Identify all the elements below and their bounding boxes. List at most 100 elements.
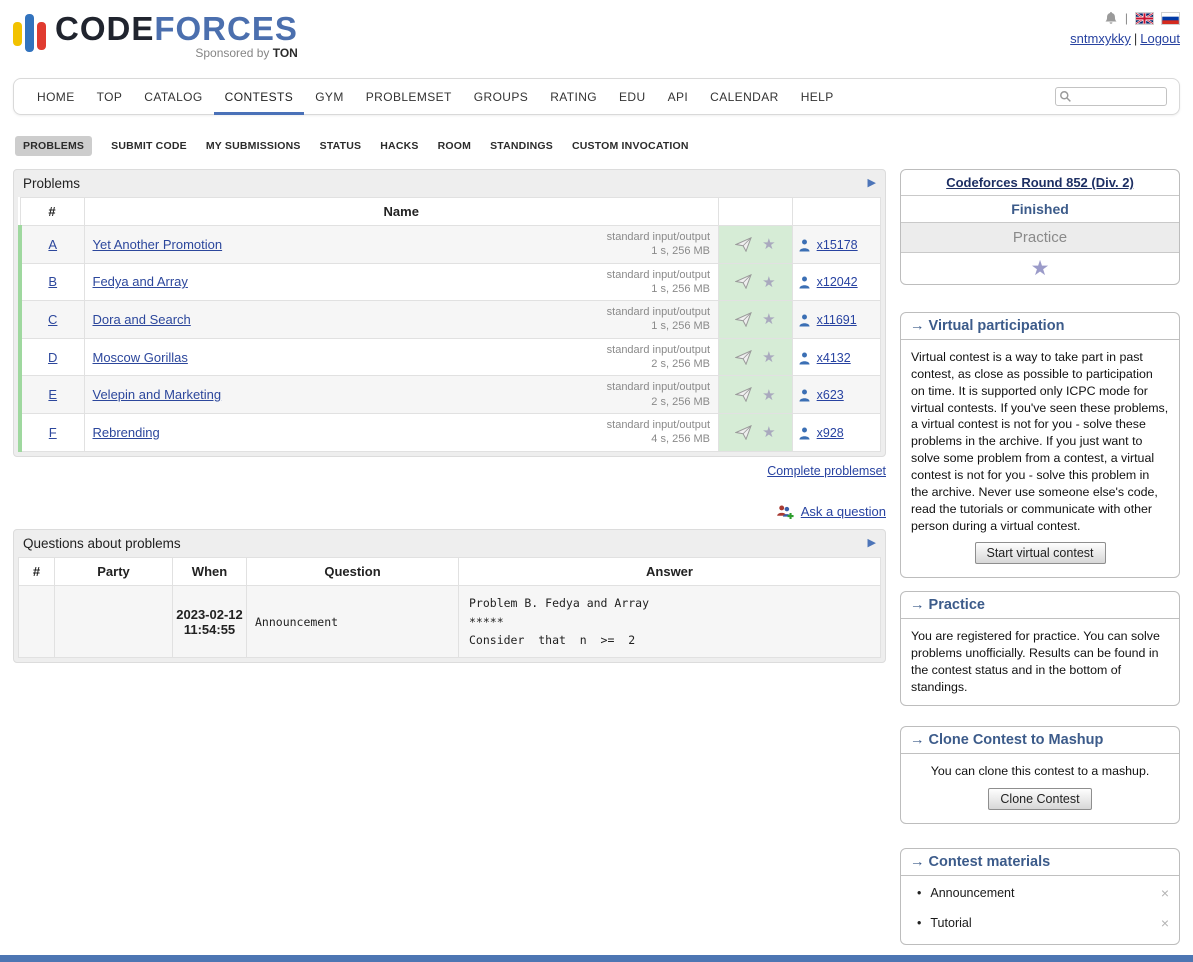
problem-name-link[interactable]: Yet Another Promotion [93,237,223,252]
submit-plane-icon[interactable] [735,387,752,402]
nav-item-contests[interactable]: CONTESTS [214,79,305,115]
submit-plane-icon[interactable] [735,350,752,365]
ask-question-people-icon [776,504,794,520]
contest-title-link[interactable]: Codeforces Round 852 (Div. 2) [946,175,1134,190]
submit-plane-icon[interactable] [735,425,752,440]
submit-plane-icon[interactable] [735,237,752,252]
problem-letter-link[interactable]: B [48,274,57,289]
favorite-star-icon[interactable]: ★ [762,311,775,328]
codeforces-logo[interactable] [13,12,55,52]
col-header-solved [793,198,881,226]
clone-contest-body: You can clone this contest to a mashup. … [901,754,1179,823]
solved-count-cell: x15178 [793,226,881,264]
material-item-tutorial: • Tutorial × [915,908,1173,938]
nav-item-api[interactable]: API [657,79,700,115]
subnav-my-submissions[interactable]: MY SUBMISSIONS [206,136,301,156]
contest-materials-list: • Announcement × • Tutorial × [901,876,1179,944]
submit-plane-icon[interactable] [735,274,752,289]
contest-status: Finished [901,196,1179,223]
contest-materials-caption: → Contest materials [901,849,1179,876]
problem-name-link[interactable]: Moscow Gorillas [93,350,188,365]
logo-area: CODEFORCES Sponsored by TON [13,8,298,60]
start-virtual-contest-button[interactable]: Start virtual contest [975,542,1106,564]
favorite-star-icon[interactable]: ★ [762,387,775,404]
problem-name-link[interactable]: Dora and Search [93,312,191,327]
material-tutorial-link[interactable]: Tutorial [930,916,1158,930]
site-header: CODEFORCES Sponsored by TON | [13,8,1180,74]
problem-letter-link[interactable]: F [49,425,57,440]
nav-item-problemset[interactable]: PROBLEMSET [355,79,463,115]
expand-arrow-icon[interactable]: ▶ [868,178,876,189]
subnav-standings[interactable]: STANDINGS [490,136,553,156]
virtual-participation-body: Virtual contest is a way to take part in… [901,340,1179,577]
username-link[interactable]: sntmxykky [1070,31,1131,46]
solved-person-icon [799,276,810,289]
problem-letter-link[interactable]: E [48,387,57,402]
flag-english-icon[interactable] [1135,12,1154,25]
solved-count-link[interactable]: x4132 [817,351,851,365]
subnav-problems[interactable]: PROBLEMS [15,136,92,156]
solved-count-link[interactable]: x11691 [817,313,857,327]
bullet-icon: • [917,916,921,930]
logo-text-block: CODEFORCES Sponsored by TON [55,12,298,60]
clone-contest-caption: → Clone Contest to Mashup [901,727,1179,754]
complete-problemset-row: Complete problemset [13,464,886,478]
problem-limits: standard input/output 2 s, 256 MB [607,380,710,409]
subnav-submit-code[interactable]: SUBMIT CODE [111,136,187,156]
nav-item-edu[interactable]: EDU [608,79,657,115]
nav-item-help[interactable]: HELP [790,79,845,115]
favorite-star-icon[interactable]: ★ [762,349,775,366]
problem-name-link[interactable]: Fedya and Array [93,274,188,289]
solved-count-cell: x12042 [793,263,881,301]
complete-problemset-link[interactable]: Complete problemset [767,464,886,478]
problem-name-cell: Rebrending standard input/output 4 s, 25… [84,413,719,451]
material-announcement-link[interactable]: Announcement [930,886,1158,900]
expand-arrow-icon[interactable]: ▶ [868,538,876,549]
problem-limits: standard input/output 1 s, 256 MB [607,268,710,297]
solved-count-link[interactable]: x12042 [817,275,858,289]
problem-letter-cell: F [20,413,84,451]
favorite-star-icon[interactable]: ★ [762,274,775,291]
language-row: | [1070,11,1180,25]
ask-question-link[interactable]: Ask a question [801,504,886,519]
codeforces-logo-text[interactable]: CODEFORCES [55,10,298,47]
subnav-custom-invocation[interactable]: CUSTOM INVOCATION [572,136,689,156]
problem-letter-link[interactable]: A [48,237,57,252]
problem-row-d: D Moscow Gorillas standard input/output … [20,338,881,376]
favorite-star-icon[interactable]: ★ [762,236,775,253]
nav-item-calendar[interactable]: CALENDAR [699,79,790,115]
favorite-star-icon[interactable]: ★ [762,424,775,441]
problem-name-link[interactable]: Rebrending [93,425,160,440]
problem-letter-link[interactable]: D [48,350,57,365]
problem-name-link[interactable]: Velepin and Marketing [93,387,222,402]
notifications-bell-icon[interactable] [1104,11,1118,25]
logout-link[interactable]: Logout [1140,31,1180,46]
solved-count-link[interactable]: x623 [817,388,844,402]
search-icon [1059,90,1072,103]
subnav-hacks[interactable]: HACKS [380,136,418,156]
subnav-status[interactable]: STATUS [320,136,362,156]
problem-row-e: E Velepin and Marketing standard input/o… [20,376,881,414]
problems-table: # Name A Yet Another Promotion standard … [18,197,881,452]
close-icon[interactable]: × [1159,915,1171,931]
submit-plane-icon[interactable] [735,312,752,327]
clone-contest-box: → Clone Contest to Mashup You can clone … [900,726,1180,824]
nav-item-gym[interactable]: GYM [304,79,355,115]
problem-letter-cell: E [20,376,84,414]
solved-count-link[interactable]: x928 [817,426,844,440]
clone-contest-button[interactable]: Clone Contest [988,788,1091,810]
solved-count-link[interactable]: x15178 [817,238,858,252]
subnav-room[interactable]: ROOM [438,136,471,156]
nav-item-groups[interactable]: GROUPS [463,79,539,115]
close-icon[interactable]: × [1159,885,1171,901]
problems-header-row: # Name [20,198,881,226]
solved-count-cell: x928 [793,413,881,451]
nav-item-rating[interactable]: RATING [539,79,608,115]
ask-question-row: Ask a question [13,504,886,521]
flag-russian-icon[interactable] [1161,12,1180,25]
problem-letter-link[interactable]: C [48,312,57,327]
contest-favorite-star-icon[interactable]: ★ [1031,257,1050,280]
nav-item-home[interactable]: HOME [26,79,86,115]
nav-item-top[interactable]: TOP [86,79,134,115]
nav-item-catalog[interactable]: CATALOG [133,79,213,115]
